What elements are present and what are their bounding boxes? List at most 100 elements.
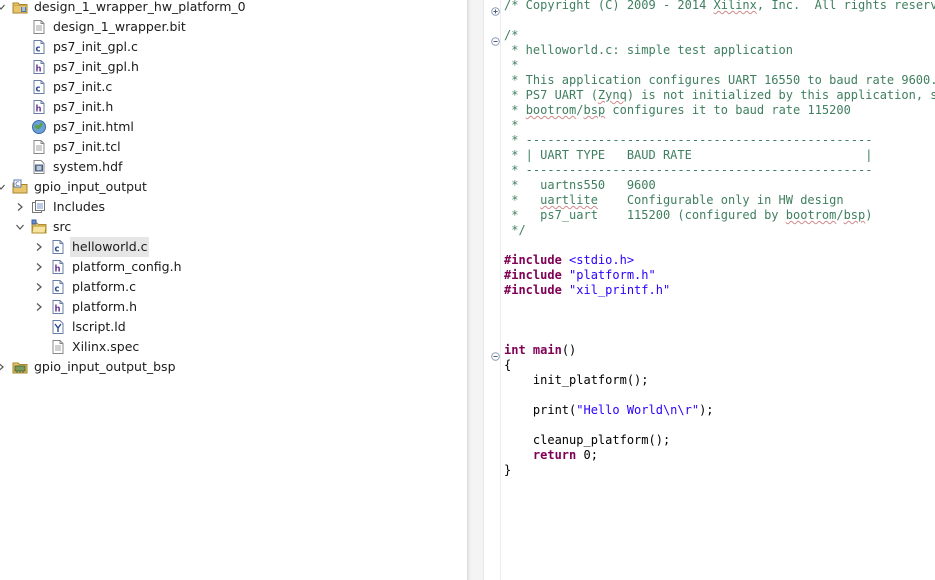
- tree-item-label: platform_config.h: [72, 259, 182, 274]
- code-token: init_platform();: [504, 373, 649, 387]
- c-file-icon: c: [50, 239, 66, 255]
- folding-gutter-border: [500, 0, 501, 580]
- tree-item[interactable]: design_1_wrapper.bit: [31, 17, 188, 37]
- code-token: (): [561, 343, 577, 357]
- expand-chevron-down-icon[interactable]: [0, 0, 6, 17]
- tree-item[interactable]: src: [16, 217, 73, 237]
- tree-item-label: ps7_init_gpl.h: [53, 59, 139, 74]
- bsp-project-icon: [12, 359, 28, 375]
- code-token: ) is not initialized by this application…: [626, 88, 935, 102]
- code-token: * | UART TYPE BAUD RATE |: [504, 148, 873, 162]
- code-line: #include <stdio.h>: [504, 253, 634, 268]
- code-line: #include "platform.h": [504, 268, 656, 283]
- svg-text:h: h: [55, 305, 61, 315]
- svg-text:h: h: [36, 105, 42, 115]
- tree-item[interactable]: system.hdf: [31, 157, 124, 177]
- ruler-border: [483, 0, 484, 580]
- tree-item[interactable]: ps7_init.tcl: [31, 137, 123, 157]
- code-token: configures it to baud rate 115200: [605, 103, 851, 117]
- code-token: *: [504, 193, 541, 207]
- tree-item[interactable]: lscript.ld: [50, 317, 128, 337]
- code-token: bootrom: [785, 208, 837, 222]
- code-line: * --------------------------------------…: [504, 133, 872, 148]
- code-line: /*: [504, 28, 518, 43]
- tree-item-label: helloworld.c: [70, 237, 150, 257]
- tree-item[interactable]: h platform.h: [36, 297, 139, 317]
- code-token: , Inc. All rights reserved.: [756, 0, 935, 12]
- code-line: #include "xil_printf.h": [504, 283, 670, 298]
- text-file-icon: [50, 339, 66, 355]
- code-token: #include: [504, 253, 562, 267]
- expand-chevron-right-icon[interactable]: [34, 257, 44, 277]
- code-token: );: [699, 403, 714, 417]
- expand-chevron-right-icon[interactable]: [0, 357, 6, 377]
- expand-chevron-right-icon[interactable]: [34, 297, 44, 317]
- fold-collapse-icon[interactable]: [491, 346, 500, 361]
- tree-item-label: ps7_init.h: [53, 99, 114, 114]
- tree-item[interactable]: ps7_init.html: [31, 117, 136, 137]
- expand-chevron-down-icon[interactable]: [0, 177, 6, 197]
- code-token: * This application configures UART 16550…: [504, 73, 935, 87]
- fold-collapse-icon[interactable]: [491, 31, 500, 46]
- tree-item[interactable]: c platform.c: [36, 277, 138, 297]
- tree-item[interactable]: h platform_config.h: [36, 257, 184, 277]
- code-token: * --------------------------------------…: [504, 133, 873, 147]
- tree-item[interactable]: c ps7_init.c: [31, 77, 114, 97]
- code-token: bsp: [583, 103, 606, 117]
- h-file-icon: h: [31, 99, 47, 115]
- code-token: Xilinx: [713, 0, 757, 12]
- expand-chevron-right-icon[interactable]: [34, 277, 44, 297]
- code-token: "xil_printf.h": [569, 283, 671, 297]
- code-line: * uartns550 9600: [504, 178, 656, 193]
- svg-text:c: c: [36, 45, 41, 55]
- tree-item[interactable]: Xilinx.spec: [50, 337, 141, 357]
- code-token: */: [504, 223, 526, 237]
- c-file-icon: c: [50, 279, 66, 295]
- code-token: int: [504, 343, 526, 357]
- code-line: * --------------------------------------…: [504, 163, 872, 178]
- code-token: print(: [504, 403, 577, 417]
- tree-item[interactable]: c ps7_init_gpl.c: [31, 37, 140, 57]
- tree-item[interactable]: h ps7_init_gpl.h: [31, 57, 141, 77]
- tree-item[interactable]: design_1_wrapper_hw_platform_0: [0, 0, 248, 17]
- code-line: *: [504, 58, 518, 73]
- tree-item[interactable]: h ps7_init.h: [31, 97, 115, 117]
- code-token: *: [504, 58, 519, 72]
- tree-item-label: design_1_wrapper_hw_platform_0: [34, 0, 246, 14]
- expand-chevron-right-icon[interactable]: [34, 237, 44, 257]
- svg-text:C: C: [15, 181, 19, 188]
- fold-expand-icon[interactable]: [491, 1, 500, 16]
- code-line: cleanup_platform();: [504, 433, 670, 448]
- code-editor[interactable]: /* Copyright (C) 2009 - 2014 Xilinx, Inc…: [473, 0, 935, 580]
- code-token: /* Copyright (C) 2009 - 2014: [504, 0, 714, 12]
- expand-chevron-down-icon[interactable]: [15, 217, 25, 237]
- code-line: * bootrom/bsp configures it to baud rate…: [504, 103, 851, 118]
- code-token: /: [836, 208, 844, 222]
- code-token: #include: [504, 268, 562, 282]
- h-file-icon: h: [50, 299, 66, 315]
- code-token: 0;: [576, 448, 598, 462]
- web-file-icon: [31, 119, 47, 135]
- tree-item[interactable]: gpio_input_output_bsp: [0, 357, 178, 377]
- code-line: {: [504, 358, 511, 373]
- tree-item[interactable]: Cgpio_input_output: [0, 177, 149, 197]
- tree-item-label: Includes: [53, 199, 106, 214]
- code-line: int main(): [504, 343, 576, 358]
- code-line: print("Hello World\n\r");: [504, 403, 714, 418]
- text-file-icon: [31, 19, 47, 35]
- code-token: * PS7 UART (: [504, 88, 598, 102]
- code-line: return 0;: [504, 448, 598, 463]
- includes-icon: [31, 199, 47, 215]
- c-project-icon: C: [12, 179, 28, 195]
- code-line: * This application configures UART 16550…: [504, 73, 935, 88]
- tree-item-label: gpio_input_output_bsp: [34, 359, 176, 374]
- code-token: cleanup_platform();: [504, 433, 671, 447]
- tree-item-label: ps7_init_gpl.c: [53, 39, 138, 54]
- expand-chevron-right-icon[interactable]: [15, 197, 25, 217]
- tree-item[interactable]: c helloworld.c: [36, 237, 150, 257]
- source-folder-icon: [31, 219, 47, 235]
- tree-item[interactable]: Includes: [17, 197, 107, 217]
